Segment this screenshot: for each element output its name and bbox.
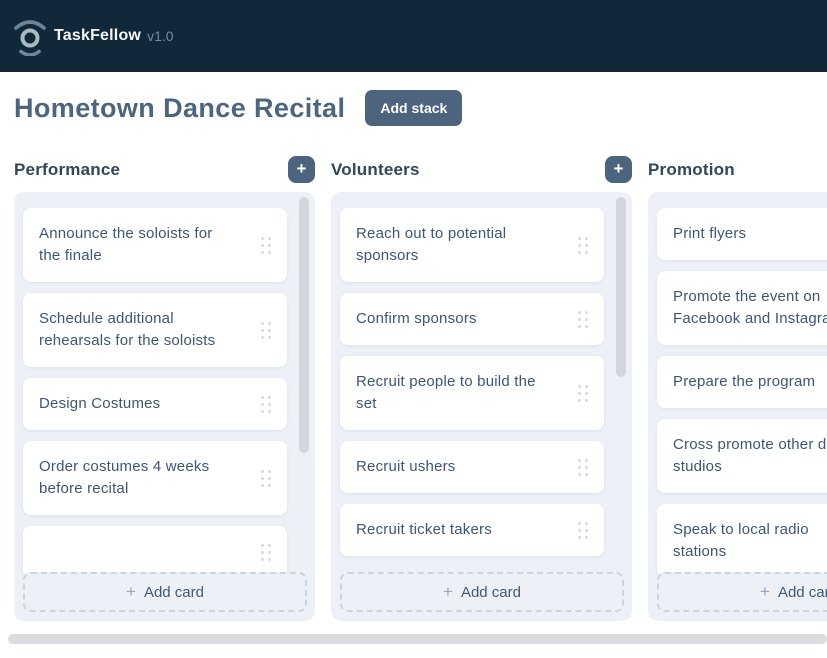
card[interactable]: Recruit ushers (340, 441, 604, 493)
add-card-plus-button[interactable]: + (288, 156, 315, 183)
page-content: Hometown Dance Recital Add stack Perform… (0, 89, 827, 621)
stack-header: Volunteers + (331, 156, 632, 183)
card-text: Promote the event on Facebook and Instag… (673, 286, 827, 330)
stack-title: Volunteers (331, 160, 420, 180)
add-card-label: Add card (461, 584, 521, 601)
card-text: Cross promote other dance studios (673, 434, 827, 478)
card-list: Announce the soloists for the finale Sche… (14, 192, 315, 578)
card-text: Confirm sponsors (356, 308, 548, 330)
card[interactable]: Print flyers (657, 208, 827, 260)
card[interactable]: Recruit ticket takers (340, 504, 604, 556)
plus-icon: + (760, 582, 770, 602)
stack: Performance + Announce the soloists for … (14, 156, 315, 621)
add-card-button[interactable]: + Add card (340, 572, 624, 612)
card[interactable]: Cross promote other dance studios (657, 419, 827, 493)
card-text: Print flyers (673, 223, 827, 245)
card-list: Reach out to potential sponsors Confirm s… (331, 192, 632, 556)
add-stack-button[interactable]: Add stack (365, 90, 462, 126)
horizontal-scrollbar-thumb[interactable] (8, 634, 827, 644)
card-text: Schedule additional rehearsals for the s… (39, 308, 231, 352)
top-nav: TaskFellow v1.0 (0, 0, 827, 72)
add-card-button[interactable]: + Add card (657, 572, 827, 612)
drag-handle-icon[interactable] (578, 385, 588, 402)
card[interactable]: Schedule additional rehearsals for the s… (23, 293, 287, 367)
card[interactable] (23, 526, 287, 578)
card-list: Print flyers Promote the event on Faceboo… (648, 192, 827, 578)
stack: Volunteers + Reach out to potential spon… (331, 156, 632, 621)
card[interactable]: Order costumes 4 weeks before recital (23, 441, 287, 515)
plus-icon: + (126, 582, 136, 602)
add-card-plus-button[interactable]: + (605, 156, 632, 183)
plus-icon: + (443, 582, 453, 602)
add-card-button[interactable]: + Add card (23, 572, 307, 612)
card[interactable]: Recruit people to build the set (340, 356, 604, 430)
add-card-label: Add card (778, 584, 827, 601)
add-card-label: Add card (144, 584, 204, 601)
stack-panel: Print flyers Promote the event on Faceboo… (648, 192, 827, 621)
card-text: Recruit ticket takers (356, 519, 548, 541)
drag-handle-icon[interactable] (578, 522, 588, 539)
drag-handle-icon[interactable] (261, 322, 271, 339)
app-version: v1.0 (147, 28, 173, 44)
card-text: Design Costumes (39, 393, 231, 415)
card[interactable]: Confirm sponsors (340, 293, 604, 345)
taskfellow-logo-icon (13, 16, 47, 56)
stack-panel: Announce the soloists for the finale Sche… (14, 192, 315, 621)
stack-header: Promotion + (648, 156, 827, 183)
card-text: Speak to local radio stations (673, 519, 827, 563)
card[interactable]: Announce the soloists for the finale (23, 208, 287, 282)
card[interactable]: Speak to local radio stations (657, 504, 827, 578)
stack-scrollbar-thumb[interactable] (616, 197, 626, 377)
stack-title: Promotion (648, 160, 735, 180)
drag-handle-icon[interactable] (261, 396, 271, 413)
card-text: Reach out to potential sponsors (356, 223, 548, 267)
card[interactable]: Promote the event on Facebook and Instag… (657, 271, 827, 345)
stack: Promotion + Print flyers Promote the even… (648, 156, 827, 621)
card[interactable]: Reach out to potential sponsors (340, 208, 604, 282)
card[interactable]: Design Costumes (23, 378, 287, 430)
board: Performance + Announce the soloists for … (14, 156, 827, 621)
stack-header: Performance + (14, 156, 315, 183)
card-text: Recruit ushers (356, 456, 548, 478)
card-text: Prepare the program (673, 371, 827, 393)
drag-handle-icon[interactable] (578, 459, 588, 476)
drag-handle-icon[interactable] (261, 544, 271, 561)
card-text: Announce the soloists for the finale (39, 223, 231, 267)
title-row: Hometown Dance Recital Add stack (14, 89, 827, 127)
stack-title: Performance (14, 160, 120, 180)
stack-panel: Reach out to potential sponsors Confirm s… (331, 192, 632, 621)
drag-handle-icon[interactable] (261, 470, 271, 487)
drag-handle-icon[interactable] (578, 311, 588, 328)
brand-name: TaskFellow (54, 27, 141, 45)
card[interactable]: Prepare the program (657, 356, 827, 408)
drag-handle-icon[interactable] (261, 237, 271, 254)
card-text: Recruit people to build the set (356, 371, 548, 415)
drag-handle-icon[interactable] (578, 237, 588, 254)
page-title: Hometown Dance Recital (14, 93, 345, 124)
stack-scrollbar-thumb[interactable] (299, 197, 309, 453)
card-text: Order costumes 4 weeks before recital (39, 456, 231, 500)
